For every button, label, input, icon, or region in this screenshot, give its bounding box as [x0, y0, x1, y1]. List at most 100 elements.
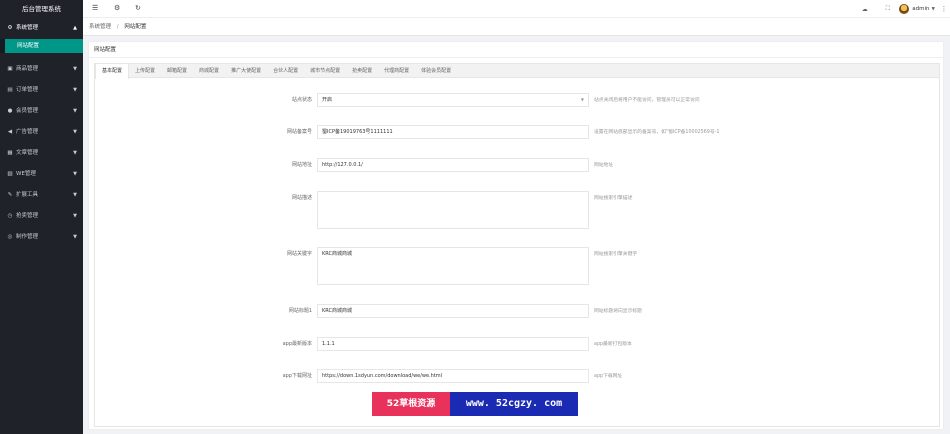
site-status-value: 开启: [322, 97, 333, 103]
card-title: 网站配置: [89, 42, 943, 58]
chevron-down-icon: ▼: [73, 213, 77, 219]
settings-icon[interactable]: ⚙: [114, 4, 120, 12]
avatar: [899, 4, 910, 14]
menu-icon[interactable]: ☰: [92, 4, 98, 12]
tab-flash-sale[interactable]: 抢卖配置: [346, 64, 378, 78]
chevron-down-icon: ▼: [73, 150, 77, 156]
url-input[interactable]: http://127.0.0.1/: [317, 158, 589, 172]
sidebar-item-label: 文章管理: [16, 150, 39, 156]
sidebar-menu: ⚙ 系统管理 ▲ 网站配置 ▣ 商品管理 ▼ ▤ 订单管理 ▼ ● 会员管理 ▼…: [0, 18, 83, 248]
chevron-down-icon: ▼: [931, 6, 935, 12]
sidebar-item-label: 商品管理: [16, 66, 39, 72]
sidebar-item-tools[interactable]: ✎ 扩展工具 ▼: [0, 185, 83, 206]
sidebar-item-label: 广告管理: [16, 129, 39, 135]
chevron-down-icon: ▼: [73, 234, 77, 240]
chevron-down-icon: ▼: [73, 87, 77, 93]
title-label: 网站标题1: [288, 308, 312, 314]
we-icon: ▧: [7, 171, 13, 177]
sidebar-subitem-site-config[interactable]: 网站配置: [5, 39, 83, 53]
sidebar-item-label: 抢卖管理: [16, 213, 39, 219]
order-icon: ▤: [7, 87, 13, 93]
box-icon: ▣: [7, 66, 13, 72]
cloud-icon[interactable]: ☁: [853, 6, 876, 13]
tab-bar: 基本配置 上传配置 邮箱配置 商城配置 推广大使配置 合伙人配置 城市节点配置 …: [95, 64, 939, 79]
breadcrumb-separator: /: [116, 24, 119, 30]
description-hint: 网站搜索引擎描述: [594, 196, 633, 201]
icp-label: 网站备案号: [286, 129, 312, 135]
clock-icon: ◷: [7, 213, 13, 219]
chevron-down-icon: ▼: [73, 171, 77, 177]
refresh-icon[interactable]: ↻: [135, 4, 141, 12]
url-label: 网站地址: [291, 162, 312, 168]
sidebar-item-we[interactable]: ▧ WE管理 ▼: [0, 164, 83, 185]
description-textarea[interactable]: [317, 191, 589, 229]
site-status-select[interactable]: 开启 ▼: [317, 93, 589, 107]
chevron-down-icon: ▼: [73, 108, 77, 114]
tab-promoter[interactable]: 推广大使配置: [225, 64, 267, 78]
keywords-textarea[interactable]: KRC商城商城: [317, 247, 589, 285]
app-version-input[interactable]: 1.1.1: [317, 337, 589, 351]
icp-hint: 设置在网站底部显示的备案号，如"蜀ICP备10002569号-1: [594, 130, 720, 135]
sidebar-item-production[interactable]: ◎ 制作管理 ▼: [0, 227, 83, 248]
app-title: 后台管理系统: [0, 0, 83, 18]
title-input[interactable]: KRC商城商城: [317, 304, 589, 318]
tab-city-node[interactable]: 城市节点配置: [304, 64, 346, 78]
sidebar-item-ads[interactable]: ◀ 广告管理 ▼: [0, 122, 83, 143]
watermark-banner: 52草根资源 www. 52cgzy. com: [372, 392, 578, 416]
sidebar-item-label: 订单管理: [16, 87, 39, 93]
tab-partner[interactable]: 合伙人配置: [267, 64, 304, 78]
chevron-down-icon: ▼: [73, 129, 77, 135]
chevron-up-icon: ▲: [73, 25, 77, 31]
breadcrumb-parent[interactable]: 系统管理: [89, 24, 111, 30]
tabs-container: 基本配置 上传配置 邮箱配置 商城配置 推广大使配置 合伙人配置 城市节点配置 …: [94, 63, 940, 427]
sidebar-item-label: WE管理: [16, 171, 36, 177]
chevron-down-icon: ▼: [73, 192, 77, 198]
tab-trial-member[interactable]: 体验会员配置: [415, 64, 457, 78]
app-download-input[interactable]: https://down.1sdyun.com/download/we/we.h…: [317, 369, 589, 383]
icp-input[interactable]: 蜀ICP备19019763号1111111: [317, 125, 589, 139]
user-icon: ●: [7, 108, 13, 114]
keywords-label: 网站关键字: [286, 251, 312, 257]
sidebar-item-orders[interactable]: ▤ 订单管理 ▼: [0, 80, 83, 101]
top-header: ☰ ⚙ ↻ ☁ ⛶ admin ▼ ⋮: [83, 0, 950, 18]
tab-upload[interactable]: 上传配置: [129, 64, 161, 78]
tab-email[interactable]: 邮箱配置: [161, 64, 193, 78]
fullscreen-icon[interactable]: ⛶: [876, 5, 899, 13]
header-right: ☁ ⛶ admin ▼ ⋮: [853, 0, 950, 18]
breadcrumb-current: 网站配置: [124, 24, 147, 30]
user-name: admin: [912, 6, 930, 12]
tab-basic[interactable]: 基本配置: [95, 64, 130, 79]
watermark-right: www. 52cgzy. com: [450, 392, 578, 416]
sidebar-item-articles[interactable]: ▦ 文章管理 ▼: [0, 143, 83, 164]
article-icon: ▦: [7, 150, 13, 156]
description-label: 网站描述: [291, 195, 312, 201]
sidebar-item-label: 扩展工具: [16, 192, 39, 198]
keywords-hint: 网站搜索引擎关键字: [594, 252, 638, 257]
chevron-down-icon: ▼: [580, 97, 584, 102]
sidebar-item-members[interactable]: ● 会员管理 ▼: [0, 101, 83, 122]
target-icon: ◎: [7, 234, 13, 240]
app-version-hint: app最新打包版本: [594, 342, 632, 347]
sidebar-item-label: 制作管理: [16, 234, 39, 240]
chevron-down-icon: ▼: [73, 66, 77, 72]
site-status-hint: 站点关闭后将用户不能访问，管理员可以正常访问: [594, 98, 700, 103]
site-status-label: 站点状态: [291, 97, 312, 103]
app-download-hint: app下载网址: [594, 374, 623, 379]
tab-mall[interactable]: 商城配置: [193, 64, 225, 78]
gear-icon: ⚙: [7, 25, 13, 31]
app-download-label: app下载网址: [282, 373, 312, 379]
wrench-icon: ✎: [7, 192, 13, 198]
url-hint: 网站地址: [594, 163, 614, 168]
sidebar-item-goods[interactable]: ▣ 商品管理 ▼: [0, 59, 83, 80]
tab-agent[interactable]: 代理商配置: [378, 64, 415, 78]
sidebar-item-label: 会员管理: [16, 108, 39, 114]
megaphone-icon: ◀: [7, 129, 13, 135]
breadcrumb: 系统管理 / 网站配置: [83, 18, 950, 36]
sidebar-submenu: 网站配置: [0, 39, 83, 53]
more-icon[interactable]: ⋮: [938, 5, 950, 13]
title-hint: 网站标题将向显示标题: [594, 309, 642, 314]
config-card: 网站配置 基本配置 上传配置 邮箱配置 商城配置 推广大使配置 合伙人配置 城市…: [88, 41, 944, 430]
user-menu[interactable]: admin ▼: [899, 4, 938, 14]
sidebar-item-system[interactable]: ⚙ 系统管理 ▲: [0, 18, 83, 39]
sidebar-item-flash-sale[interactable]: ◷ 抢卖管理 ▼: [0, 206, 83, 227]
